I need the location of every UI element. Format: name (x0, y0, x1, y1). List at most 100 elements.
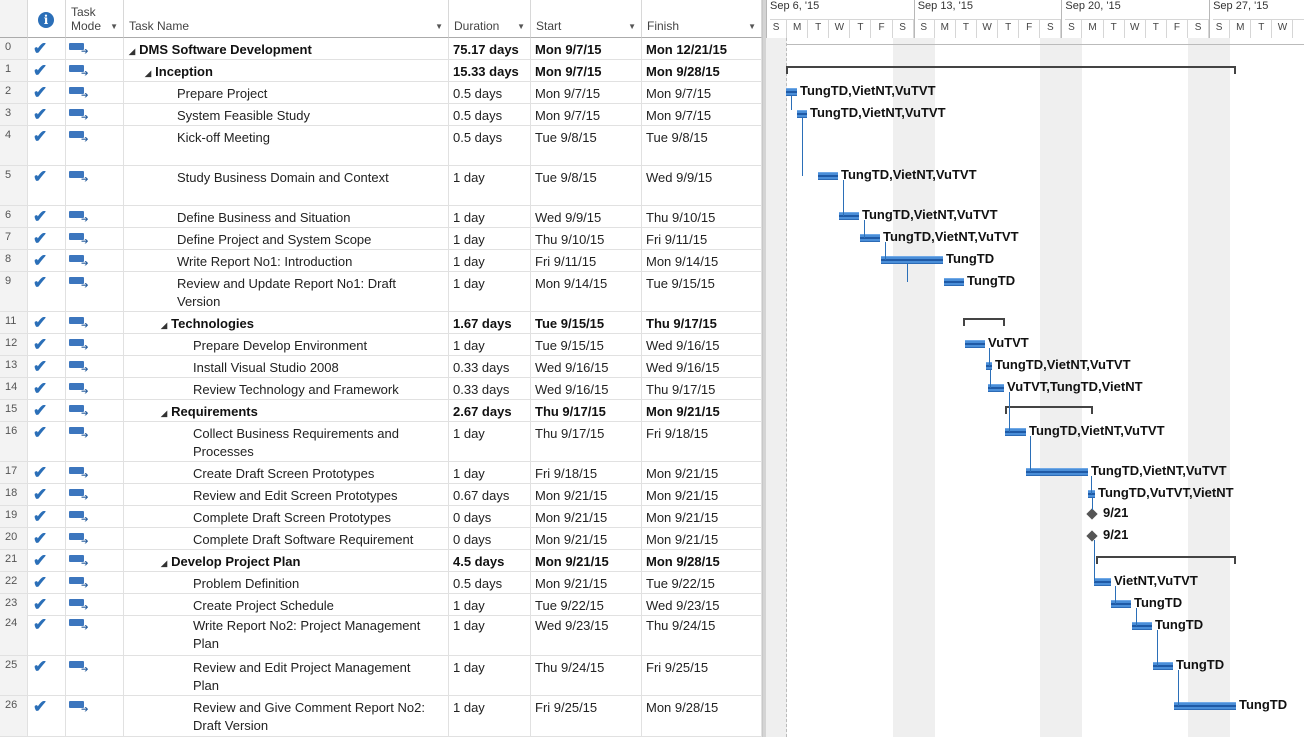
task-bar[interactable] (860, 234, 880, 242)
row-id[interactable]: 15 (0, 400, 28, 421)
project-summary-bar[interactable] (786, 44, 1304, 45)
row-id[interactable]: 2 (0, 82, 28, 103)
dependency-link[interactable] (1091, 476, 1092, 494)
row-id[interactable]: 25 (0, 656, 28, 695)
dependency-link[interactable] (1115, 586, 1116, 604)
row-id[interactable]: 22 (0, 572, 28, 593)
task-bar[interactable] (786, 88, 797, 96)
table-row[interactable]: 19 ✔ ➔ Complete Draft Screen Prototypes 0 da… (0, 506, 762, 528)
row-id[interactable]: 0 (0, 38, 28, 59)
row-id[interactable]: 12 (0, 334, 28, 355)
table-row[interactable]: 0 ✔ ➔ ◢ DMS Software Development 75.17 days Mo… (0, 38, 762, 60)
row-id[interactable]: 8 (0, 250, 28, 271)
table-row[interactable]: 5 ✔ ➔ Study Business Domain and Context 1 da… (0, 166, 762, 206)
table-row[interactable]: 13 ✔ ➔ Install Visual Studio 2008 0.33 days W… (0, 356, 762, 378)
row-id[interactable]: 5 (0, 166, 28, 205)
row-id[interactable]: 14 (0, 378, 28, 399)
row-id[interactable]: 18 (0, 484, 28, 505)
table-row[interactable]: 12 ✔ ➔ Prepare Develop Environment 1 day Tue … (0, 334, 762, 356)
milestone-diamond-icon[interactable] (1086, 508, 1098, 520)
dependency-link[interactable] (864, 220, 865, 238)
table-row[interactable]: 7 ✔ ➔ Define Project and System Scope 1 day T… (0, 228, 762, 250)
dependency-link[interactable] (989, 348, 990, 366)
dependency-link[interactable] (990, 370, 991, 388)
dependency-link[interactable] (1094, 540, 1095, 582)
table-row[interactable]: 17 ✔ ➔ Create Draft Screen Prototypes 1 day F… (0, 462, 762, 484)
table-row[interactable]: 21 ✔ ➔ ◢ Develop Project Plan 4.5 days Mon 9/2… (0, 550, 762, 572)
task-bar[interactable] (818, 172, 838, 180)
table-row[interactable]: 11 ✔ ➔ ◢ Technologies 1.67 days Tue 9/15/15 Thu… (0, 312, 762, 334)
indicators-column-header[interactable]: i (28, 0, 66, 38)
dependency-link[interactable] (802, 118, 803, 176)
table-row[interactable]: 4 ✔ ➔ Kick-off Meeting 0.5 days Tue 9/8/15 Tue… (0, 126, 762, 166)
task-bar[interactable] (839, 212, 859, 220)
milestone-diamond-icon[interactable] (1086, 530, 1098, 542)
table-row[interactable]: 26 ✔ ➔ Review and Give Comment Report No2: … (0, 696, 762, 737)
task-bar[interactable] (1153, 662, 1173, 670)
collapse-triangle-icon[interactable]: ◢ (129, 47, 135, 56)
collapse-triangle-icon[interactable]: ◢ (145, 69, 151, 78)
row-id[interactable]: 6 (0, 206, 28, 227)
table-row[interactable]: 9 ✔ ➔ Review and Update Report No1: Draft V… (0, 272, 762, 312)
row-id[interactable]: 16 (0, 422, 28, 461)
summary-bar[interactable] (1005, 406, 1093, 414)
collapse-triangle-icon[interactable]: ◢ (161, 321, 167, 330)
row-id[interactable]: 4 (0, 126, 28, 165)
task-bar[interactable] (965, 340, 985, 348)
dependency-link[interactable] (907, 264, 908, 282)
summary-bar[interactable] (1096, 556, 1236, 564)
dependency-link[interactable] (843, 180, 844, 216)
table-row[interactable]: 2 ✔ ➔ Prepare Project 0.5 days Mon 9/7/15 Mon … (0, 82, 762, 104)
task-bar[interactable] (1111, 600, 1131, 608)
dependency-link[interactable] (1092, 498, 1093, 510)
chevron-down-icon[interactable]: ▼ (628, 22, 636, 31)
chevron-down-icon[interactable]: ▼ (110, 22, 118, 31)
select-all-corner[interactable] (0, 0, 28, 38)
task-bar[interactable] (881, 256, 943, 264)
table-row[interactable]: 8 ✔ ➔ Write Report No1: Introduction 1 day Fr… (0, 250, 762, 272)
table-row[interactable]: 15 ✔ ➔ ◢ Requirements 2.67 days Thu 9/17/15 Mon… (0, 400, 762, 422)
dependency-link[interactable] (1009, 392, 1010, 432)
dependency-link[interactable] (1157, 630, 1158, 666)
chevron-down-icon[interactable]: ▼ (517, 22, 525, 31)
summary-bar[interactable] (786, 66, 1236, 74)
table-row[interactable]: 6 ✔ ➔ Define Business and Situation 1 day Wed… (0, 206, 762, 228)
dependency-link[interactable] (1136, 608, 1137, 626)
dependency-link[interactable] (791, 96, 792, 110)
row-id[interactable]: 3 (0, 104, 28, 125)
dependency-link[interactable] (1178, 670, 1179, 706)
table-row[interactable]: 18 ✔ ➔ Review and Edit Screen Prototypes 0.6… (0, 484, 762, 506)
summary-bar[interactable] (963, 318, 1005, 326)
chevron-down-icon[interactable]: ▼ (435, 22, 443, 31)
table-row[interactable]: 16 ✔ ➔ Collect Business Requirements and Pr… (0, 422, 762, 462)
table-row[interactable]: 1 ✔ ➔ ◢ Inception 15.33 days Mon 9/7/15 Mon 9/2… (0, 60, 762, 82)
table-row[interactable]: 20 ✔ ➔ Complete Draft Software Requirement 0… (0, 528, 762, 550)
row-id[interactable]: 13 (0, 356, 28, 377)
task-bar[interactable] (1174, 702, 1236, 710)
table-row[interactable]: 23 ✔ ➔ Create Project Schedule 1 day Tue 9/22… (0, 594, 762, 616)
row-id[interactable]: 20 (0, 528, 28, 549)
task-name-column-header[interactable]: Task Name ▼ (124, 0, 449, 38)
row-id[interactable]: 19 (0, 506, 28, 527)
row-id[interactable]: 1 (0, 60, 28, 81)
task-bar[interactable] (944, 278, 964, 286)
row-id[interactable]: 11 (0, 312, 28, 333)
table-row[interactable]: 14 ✔ ➔ Review Technology and Framework 0.33 … (0, 378, 762, 400)
dependency-link[interactable] (885, 242, 886, 260)
finish-column-header[interactable]: Finish ▼ (642, 0, 762, 38)
table-row[interactable]: 3 ✔ ➔ System Feasible Study 0.5 days Mon 9/7/… (0, 104, 762, 126)
row-id[interactable]: 23 (0, 594, 28, 615)
task-mode-column-header[interactable]: Task Mode ▼ (66, 0, 124, 38)
collapse-triangle-icon[interactable]: ◢ (161, 559, 167, 568)
collapse-triangle-icon[interactable]: ◢ (161, 409, 167, 418)
table-row[interactable]: 25 ✔ ➔ Review and Edit Project Management P… (0, 656, 762, 696)
task-bar[interactable] (1132, 622, 1152, 630)
task-bar[interactable] (797, 110, 807, 118)
row-id[interactable]: 9 (0, 272, 28, 311)
start-column-header[interactable]: Start ▼ (531, 0, 642, 38)
row-id[interactable]: 7 (0, 228, 28, 249)
table-row[interactable]: 24 ✔ ➔ Write Report No2: Project Management… (0, 614, 762, 656)
row-id[interactable]: 24 (0, 614, 28, 655)
task-bar[interactable] (1094, 578, 1111, 586)
duration-column-header[interactable]: Duration ▼ (449, 0, 531, 38)
